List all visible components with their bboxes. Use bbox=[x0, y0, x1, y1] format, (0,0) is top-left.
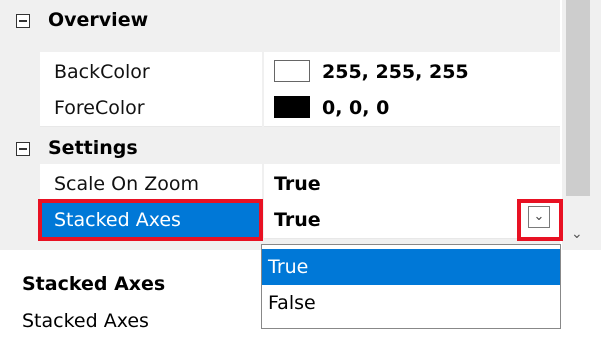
chevron-down-icon[interactable]: ⌄ bbox=[571, 226, 583, 242]
option-label: False bbox=[268, 292, 316, 314]
color-swatch bbox=[274, 60, 310, 82]
property-value: 255, 255, 255 bbox=[322, 61, 469, 83]
scrollbar-thumb[interactable] bbox=[566, 0, 590, 196]
collapse-toggle-icon[interactable] bbox=[16, 14, 30, 28]
category-overview[interactable]: Overview bbox=[0, 0, 560, 40]
property-value-cell[interactable]: 0, 0, 0 bbox=[264, 88, 560, 127]
property-row-backcolor[interactable]: BackColor 255, 255, 255 bbox=[0, 52, 560, 92]
property-value-cell[interactable]: True bbox=[264, 164, 560, 203]
property-name-cell[interactable]: Scale On Zoom bbox=[40, 164, 262, 203]
color-swatch bbox=[274, 96, 310, 118]
property-value-cell[interactable]: 255, 255, 255 bbox=[264, 52, 560, 91]
category-label: Settings bbox=[48, 137, 138, 159]
property-value: True bbox=[274, 209, 321, 231]
collapse-toggle-icon[interactable] bbox=[16, 142, 30, 156]
dropdown-list[interactable]: True False bbox=[261, 244, 561, 329]
dropdown-option-false[interactable]: False bbox=[262, 285, 560, 321]
property-name: Scale On Zoom bbox=[54, 173, 199, 195]
description-text: Stacked Axes bbox=[22, 310, 149, 332]
property-name: BackColor bbox=[54, 61, 150, 83]
description-title: Stacked Axes bbox=[22, 273, 166, 295]
category-label: Overview bbox=[48, 9, 149, 31]
highlight-box bbox=[38, 199, 263, 241]
vertical-scrollbar[interactable]: ⌄ bbox=[562, 0, 601, 250]
property-value: True bbox=[274, 173, 321, 195]
property-row-forecolor[interactable]: ForeColor 0, 0, 0 bbox=[0, 88, 560, 128]
property-row-scale-on-zoom[interactable]: Scale On Zoom True bbox=[0, 164, 560, 204]
property-value-cell[interactable]: True bbox=[264, 200, 560, 239]
dropdown-option-true[interactable]: True bbox=[262, 249, 560, 285]
property-grid-window: Overview BackColor 255, 255, 255 ForeCol… bbox=[0, 0, 601, 347]
property-name-cell[interactable]: ForeColor bbox=[40, 88, 262, 127]
property-value: 0, 0, 0 bbox=[322, 97, 390, 119]
property-name: ForeColor bbox=[54, 97, 145, 119]
highlight-box bbox=[517, 199, 563, 241]
property-name-cell[interactable]: BackColor bbox=[40, 52, 262, 91]
option-label: True bbox=[268, 256, 309, 278]
category-settings[interactable]: Settings bbox=[0, 128, 560, 168]
